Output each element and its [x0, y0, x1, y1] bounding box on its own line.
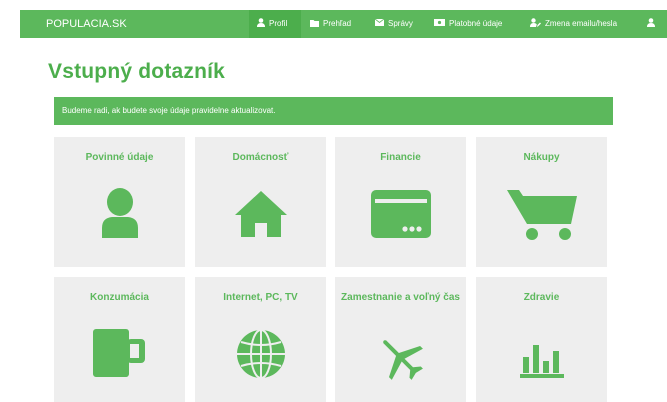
- tile-internet-pc-tv[interactable]: Internet, PC, TV: [195, 277, 326, 402]
- nav-prehlad[interactable]: Prehľad: [310, 10, 351, 38]
- mug-icon: [92, 329, 145, 377]
- credit-card-icon: [370, 190, 431, 238]
- airplane-icon: [382, 340, 423, 380]
- person-icon: [101, 188, 138, 238]
- nav-platobne-udaje-label: Platobné údaje: [449, 19, 503, 28]
- nav-platobne-udaje[interactable]: Platobné údaje: [434, 10, 502, 38]
- envelope-icon: [374, 19, 385, 27]
- nav-zmena-emailu-hesla-label: Zmena emailu/hesla: [545, 19, 618, 28]
- tile-title: Nákupy: [523, 152, 560, 163]
- user-edit-icon: [530, 18, 541, 28]
- top-navbar: POPULACIA.SK Profil Prehľad Správy Plato…: [20, 10, 667, 38]
- tile-povinne-udaje[interactable]: Povinné údaje: [54, 137, 185, 267]
- bar-chart-icon: [519, 345, 564, 378]
- tile-nakupy[interactable]: Nákupy: [476, 137, 607, 267]
- tile-title: Konzumácia: [90, 292, 149, 303]
- nav-profil[interactable]: Profil: [249, 10, 302, 38]
- tile-title: Zamestnanie a voľný čas: [341, 292, 460, 303]
- nav-zmena-emailu-hesla[interactable]: Zmena emailu/hesla: [530, 10, 617, 38]
- user-icon: [647, 18, 655, 28]
- nav-spravy-label: Správy: [388, 19, 413, 28]
- tile-zdravie[interactable]: Zdravie: [476, 277, 607, 402]
- nav-user-account[interactable]: [647, 10, 659, 38]
- tile-title: Internet, PC, TV: [223, 292, 298, 303]
- info-alert: Budeme radi, ak budete svoje údaje pravi…: [54, 97, 613, 125]
- home-icon: [234, 191, 287, 237]
- tile-domacnost[interactable]: Domácnosť: [195, 137, 326, 267]
- tile-title: Povinné údaje: [85, 152, 154, 163]
- folder-icon: [310, 19, 319, 27]
- money-icon: [434, 19, 445, 27]
- tile-financie[interactable]: Financie: [335, 137, 466, 267]
- page-title: Vstupný dotazník: [48, 60, 226, 83]
- nav-profil-label: Profil: [269, 19, 288, 28]
- user-icon: [257, 18, 265, 28]
- tile-title: Financie: [380, 152, 421, 163]
- brand-logo[interactable]: POPULACIA.SK: [46, 10, 127, 38]
- shopping-cart-icon: [506, 190, 577, 240]
- tile-title: Domácnosť: [232, 152, 289, 163]
- tile-konzumacia[interactable]: Konzumácia: [54, 277, 185, 402]
- tile-title: Zdravie: [523, 292, 560, 303]
- tile-zamestnanie-a-volny-cas[interactable]: Zamestnanie a voľný čas: [335, 277, 466, 402]
- nav-spravy[interactable]: Správy: [374, 10, 413, 38]
- nav-prehlad-label: Prehľad: [323, 19, 352, 28]
- globe-icon: [236, 329, 285, 379]
